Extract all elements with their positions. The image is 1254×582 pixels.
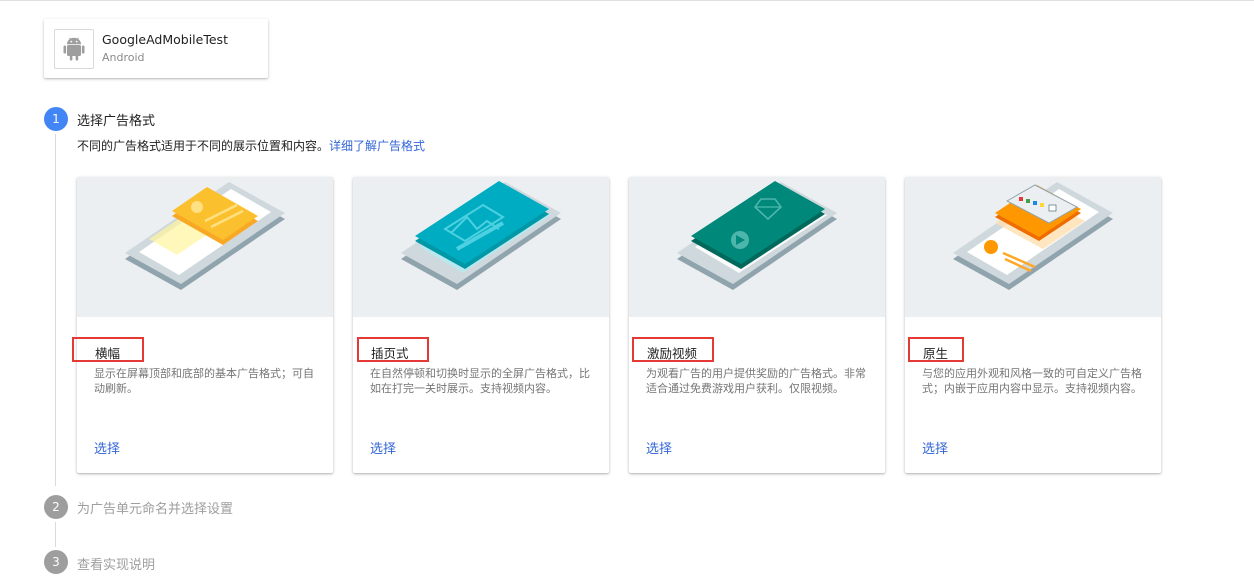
format-description: 与您的应用外观和风格一致的可自定义广告格式；内嵌于应用内容中显示。支持视频内容。 xyxy=(922,367,1142,395)
format-title: 原生 xyxy=(923,346,949,361)
rewarded-illustration xyxy=(629,177,885,317)
android-icon xyxy=(54,29,94,69)
stepper-line-1 xyxy=(55,134,56,486)
app-name: GoogleAdMobileTest xyxy=(102,32,228,47)
format-description: 显示在屏幕顶部和底部的基本广告格式；可自动刷新。 xyxy=(94,367,314,395)
format-card-rewarded[interactable]: 激励视频 为观看广告的用户提供奖励的广告格式。非常适合通过免费游戏用户获利。仅限… xyxy=(629,177,885,473)
app-selector-card[interactable]: GoogleAdMobileTest Android xyxy=(44,19,268,78)
native-illustration xyxy=(905,177,1161,317)
select-button[interactable]: 选择 xyxy=(94,438,120,457)
learn-more-link[interactable]: 详细了解广告格式 xyxy=(329,139,425,153)
stepper-line-2 xyxy=(55,522,56,547)
step-1-number: 1 xyxy=(44,107,68,131)
format-description: 为观看广告的用户提供奖励的广告格式。非常适合通过免费游戏用户获利。仅限视频。 xyxy=(646,367,866,395)
format-title: 插页式 xyxy=(371,346,409,361)
step-1-description: 不同的广告格式适用于不同的展示位置和内容。详细了解广告格式 xyxy=(77,137,425,154)
format-title: 激励视频 xyxy=(647,346,698,361)
top-divider xyxy=(0,0,1254,1)
format-card-native[interactable]: 原生 与您的应用外观和风格一致的可自定义广告格式；内嵌于应用内容中显示。支持视频… xyxy=(905,177,1161,473)
step-1-description-text: 不同的广告格式适用于不同的展示位置和内容。 xyxy=(77,139,330,153)
app-platform: Android xyxy=(102,51,145,64)
step-2-title: 为广告单元命名并选择设置 xyxy=(77,502,234,517)
format-description: 在自然停顿和切换时显示的全屏广告格式，比如在打完一关时展示。支持视频内容。 xyxy=(370,367,590,395)
format-card-banner[interactable]: 横幅 显示在屏幕顶部和底部的基本广告格式；可自动刷新。 选择 xyxy=(72,177,333,473)
banner-illustration xyxy=(77,177,333,317)
step-1-title: 选择广告格式 xyxy=(77,114,156,129)
select-button[interactable]: 选择 xyxy=(646,438,672,457)
format-title: 横幅 xyxy=(95,346,121,361)
step-3-title: 查看实现说明 xyxy=(77,558,156,573)
step-2-number: 2 xyxy=(44,495,68,519)
step-3-number: 3 xyxy=(44,550,68,574)
select-button[interactable]: 选择 xyxy=(370,438,396,457)
select-button[interactable]: 选择 xyxy=(922,438,948,457)
format-card-interstitial[interactable]: 插页式 在自然停顿和切换时显示的全屏广告格式，比如在打完一关时展示。支持视频内容… xyxy=(353,177,609,473)
interstitial-illustration xyxy=(353,177,609,317)
